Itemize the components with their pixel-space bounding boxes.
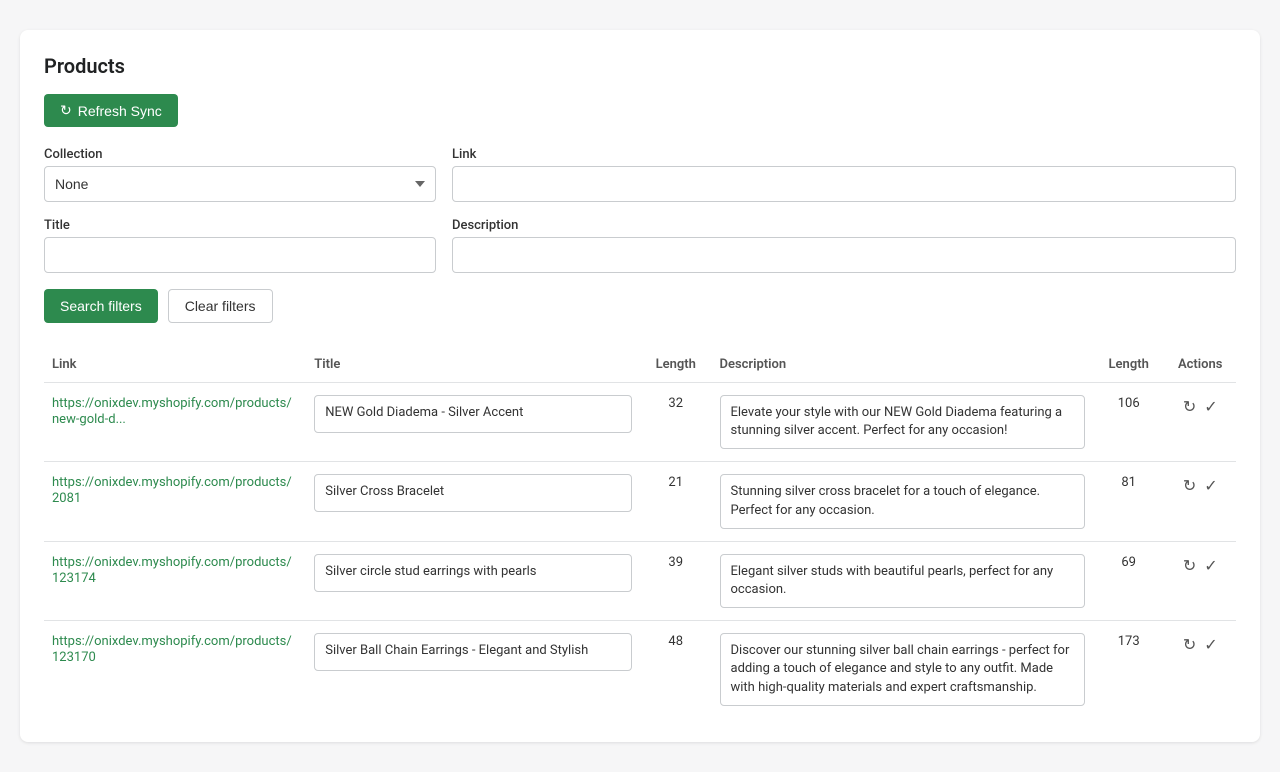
- col-header-link: Link: [44, 347, 306, 383]
- product-link[interactable]: https://onixdev.myshopify.com/products/1…: [52, 634, 292, 665]
- table-row: https://onixdev.myshopify.com/products/1…: [44, 541, 1236, 620]
- collection-select[interactable]: None: [44, 166, 436, 202]
- product-title: Silver circle stud earrings with pearls: [314, 554, 632, 592]
- confirm-button[interactable]: ✓: [1202, 395, 1219, 419]
- desc-length: 81: [1121, 475, 1136, 490]
- col-header-length-title: Length: [640, 347, 712, 383]
- title-length: 21: [668, 475, 683, 490]
- col-header-length-desc: Length: [1093, 347, 1165, 383]
- refresh-sync-button[interactable]: ↻ Refresh Sync: [44, 94, 178, 127]
- page-title: Products: [44, 54, 1236, 78]
- desc-length: 173: [1118, 634, 1140, 649]
- clear-filters-button[interactable]: Clear filters: [168, 289, 273, 323]
- product-description: Stunning silver cross bracelet for a tou…: [720, 474, 1085, 528]
- search-filters-button[interactable]: Search filters: [44, 289, 158, 323]
- refresh-button[interactable]: ↻: [1181, 554, 1198, 578]
- link-label: Link: [452, 147, 1236, 162]
- confirm-button[interactable]: ✓: [1202, 474, 1219, 498]
- product-link[interactable]: https://onixdev.myshopify.com/products/2…: [52, 475, 292, 506]
- confirm-button[interactable]: ✓: [1202, 633, 1219, 657]
- product-description: Discover our stunning silver ball chain …: [720, 633, 1085, 706]
- title-length: 48: [668, 634, 683, 649]
- title-length: 39: [668, 555, 683, 570]
- col-header-title: Title: [306, 347, 640, 383]
- product-description: Elevate your style with our NEW Gold Dia…: [720, 395, 1085, 449]
- product-title: NEW Gold Diadema - Silver Accent: [314, 395, 632, 433]
- col-header-description: Description: [712, 347, 1093, 383]
- desc-length: 106: [1118, 396, 1140, 411]
- refresh-button[interactable]: ↻: [1181, 474, 1198, 498]
- refresh-sync-label: Refresh Sync: [78, 103, 162, 119]
- table-row: https://onixdev.myshopify.com/products/2…: [44, 462, 1236, 541]
- table-row: https://onixdev.myshopify.com/products/1…: [44, 621, 1236, 718]
- collection-label: Collection: [44, 147, 436, 162]
- table-row: https://onixdev.myshopify.com/products/n…: [44, 383, 1236, 462]
- title-input[interactable]: [44, 237, 436, 273]
- desc-length: 69: [1121, 555, 1136, 570]
- link-input[interactable]: [452, 166, 1236, 202]
- description-input[interactable]: [452, 237, 1236, 273]
- refresh-icon: ↻: [60, 102, 72, 119]
- col-header-actions: Actions: [1164, 347, 1236, 383]
- product-description: Elegant silver studs with beautiful pear…: [720, 554, 1085, 608]
- confirm-button[interactable]: ✓: [1202, 554, 1219, 578]
- description-label: Description: [452, 218, 1236, 233]
- product-link[interactable]: https://onixdev.myshopify.com/products/n…: [52, 396, 292, 427]
- product-title: Silver Cross Bracelet: [314, 474, 632, 512]
- refresh-button[interactable]: ↻: [1181, 633, 1198, 657]
- title-length: 32: [668, 396, 683, 411]
- refresh-button[interactable]: ↻: [1181, 395, 1198, 419]
- product-link[interactable]: https://onixdev.myshopify.com/products/1…: [52, 555, 292, 586]
- products-table: Link Title Length Description Length Act…: [44, 347, 1236, 718]
- title-label: Title: [44, 218, 436, 233]
- product-title: Silver Ball Chain Earrings - Elegant and…: [314, 633, 632, 671]
